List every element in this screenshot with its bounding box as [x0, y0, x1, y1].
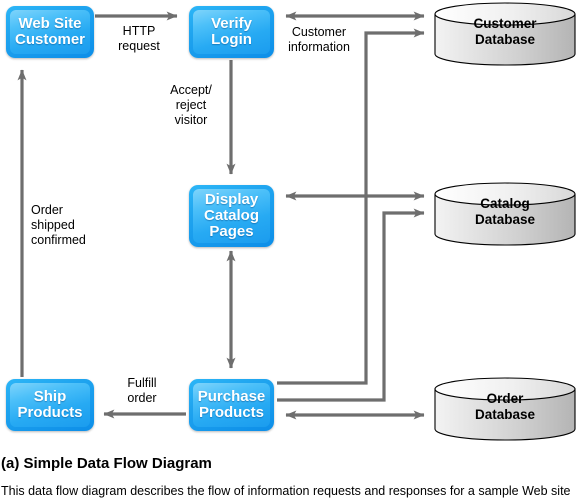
process-display-catalog-pages[interactable]: Display Catalog Pages [189, 185, 274, 247]
process-ship-products-line1: Ship [33, 388, 67, 405]
label-fulfill-order: Fulfill order [110, 376, 174, 406]
label-http-request: HTTP request [105, 24, 173, 54]
process-verify-login-inner: Verify Login [193, 10, 270, 54]
label-order-shipped-confirmed-line1: Order [31, 203, 63, 217]
process-ship-products[interactable]: Ship Products [6, 379, 94, 431]
flow-purchase-products-customer-db [277, 28, 425, 385]
order-database-line1: Order [486, 391, 524, 406]
label-order-shipped-confirmed-line2: shipped [31, 218, 75, 232]
catalog-database-line2: Database [474, 212, 536, 227]
process-display-catalog-pages-line3: Pages [209, 223, 254, 240]
process-ship-products-line2: Products [17, 404, 83, 421]
process-display-catalog-pages-inner: Display Catalog Pages [193, 189, 270, 243]
data-flow-diagram-figure: Web Site Customer Verify Login Display C… [0, 0, 583, 504]
label-accept-reject-visitor: Accept/ reject visitor [160, 83, 222, 128]
process-ship-products-inner: Ship Products [10, 383, 90, 427]
label-customer-information-line1: Customer [291, 25, 347, 39]
label-accept-reject-visitor-line3: visitor [174, 113, 208, 127]
process-purchase-products-line2: Products [198, 404, 264, 421]
process-purchase-products-line1: Purchase [197, 388, 266, 405]
process-web-site-customer-line1: Web Site [18, 15, 82, 32]
process-verify-login-line2: Login [211, 31, 252, 48]
process-verify-login-line1: Verify [211, 15, 252, 32]
label-http-request-line2: request [118, 39, 160, 53]
label-accept-reject-visitor-line1: Accept/ [170, 83, 212, 97]
catalog-database-line1: Catalog [480, 196, 530, 211]
label-customer-information-line2: information [288, 40, 350, 54]
figure-caption-body: This data flow diagram describes the flo… [1, 484, 571, 498]
process-display-catalog-pages-line2: Catalog [203, 207, 259, 224]
label-order-shipped-confirmed: Order shipped confirmed [31, 203, 86, 248]
process-web-site-customer-line2: Customer [14, 31, 85, 48]
label-accept-reject-visitor-line2: reject [175, 98, 207, 112]
process-purchase-products-inner: Purchase Products [193, 383, 270, 427]
customer-database-line1: Customer [473, 16, 537, 31]
order-database-line2: Database [474, 407, 536, 422]
label-fulfill-order-line1: Fulfill [127, 376, 157, 390]
label-order-shipped-confirmed-line3: confirmed [31, 233, 86, 247]
process-purchase-products[interactable]: Purchase Products [189, 379, 274, 431]
process-web-site-customer[interactable]: Web Site Customer [6, 6, 94, 58]
customer-database-line2: Database [474, 32, 536, 47]
process-web-site-customer-inner: Web Site Customer [10, 10, 90, 54]
process-verify-login[interactable]: Verify Login [189, 6, 274, 58]
label-http-request-line1: HTTP [122, 24, 156, 38]
flow-purchase-products-catalog-db [277, 208, 425, 402]
label-customer-information: Customer information [278, 25, 360, 55]
figure-caption-title: (a) Simple Data Flow Diagram [1, 455, 212, 472]
label-fulfill-order-line2: order [127, 391, 157, 405]
process-display-catalog-pages-line1: Display [204, 191, 259, 208]
